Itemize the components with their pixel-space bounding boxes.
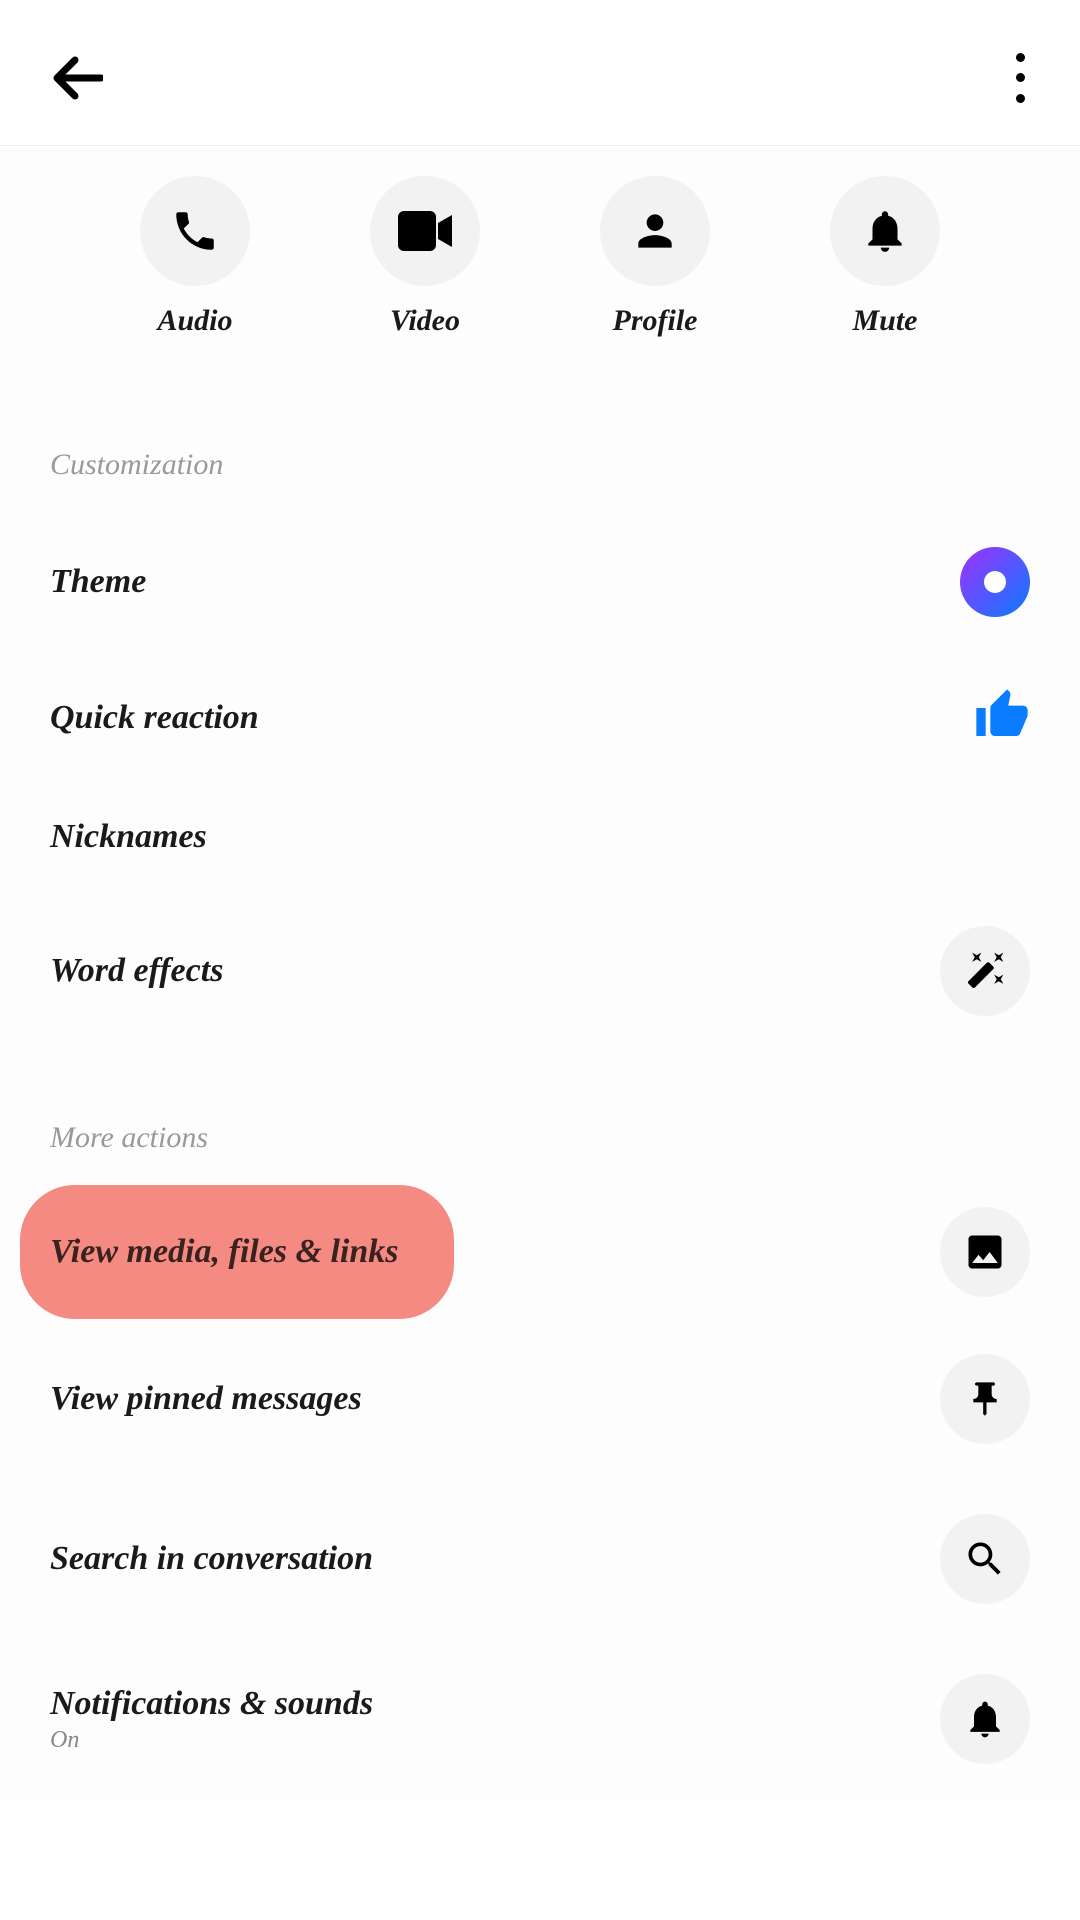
view-pinned-icon-wrap <box>940 1354 1030 1444</box>
notifications-text: Notifications & sounds On <box>50 1685 373 1754</box>
back-button[interactable] <box>50 50 105 105</box>
search-icon-wrap <box>940 1514 1030 1604</box>
mute-button[interactable] <box>830 176 940 286</box>
word-effects-item[interactable]: Word effects <box>0 891 1080 1051</box>
view-pinned-item[interactable]: View pinned messages <box>0 1319 1080 1479</box>
quick-reaction-label: Quick reaction <box>50 699 259 737</box>
dot-icon <box>1016 94 1025 103</box>
mute-action[interactable]: Mute <box>830 176 940 338</box>
view-media-highlight: View media, files & links <box>20 1185 454 1319</box>
more-actions-header: More actions <box>0 1051 1080 1185</box>
video-icon <box>398 211 452 251</box>
dot-icon <box>1016 73 1025 82</box>
thumbs-up-icon <box>974 687 1030 748</box>
nicknames-item[interactable]: Nicknames <box>0 783 1080 891</box>
search-item[interactable]: Search in conversation <box>0 1479 1080 1639</box>
theme-item[interactable]: Theme <box>0 512 1080 652</box>
view-media-item[interactable]: View media, files & links <box>0 1185 1080 1319</box>
arrow-left-icon <box>53 56 103 100</box>
bell-icon <box>860 206 910 256</box>
audio-action[interactable]: Audio <box>140 176 250 338</box>
theme-label: Theme <box>50 563 146 601</box>
person-icon <box>630 206 680 256</box>
content-area: Audio Video Profile Mute Customization T… <box>0 146 1080 1799</box>
theme-swatch-icon <box>960 547 1030 617</box>
notifications-sublabel: On <box>50 1727 373 1754</box>
view-pinned-label: View pinned messages <box>50 1380 362 1418</box>
word-effects-icon-wrap <box>940 926 1030 1016</box>
magic-wand-icon <box>963 949 1007 993</box>
view-media-label: View media, files & links <box>50 1233 399 1271</box>
mute-label: Mute <box>852 304 917 338</box>
audio-button[interactable] <box>140 176 250 286</box>
search-label: Search in conversation <box>50 1540 373 1578</box>
image-icon <box>963 1230 1007 1274</box>
quick-actions-row: Audio Video Profile Mute <box>0 176 1080 378</box>
phone-icon <box>170 206 220 256</box>
top-bar <box>0 0 1080 146</box>
search-icon <box>963 1537 1007 1581</box>
video-button[interactable] <box>370 176 480 286</box>
video-label: Video <box>390 304 460 338</box>
profile-button[interactable] <box>600 176 710 286</box>
pin-icon <box>965 1377 1005 1421</box>
quick-reaction-item[interactable]: Quick reaction <box>0 652 1080 783</box>
customization-header: Customization <box>0 378 1080 512</box>
video-action[interactable]: Video <box>370 176 480 338</box>
word-effects-label: Word effects <box>50 952 223 990</box>
notifications-label: Notifications & sounds <box>50 1685 373 1723</box>
nicknames-label: Nicknames <box>50 818 207 856</box>
profile-action[interactable]: Profile <box>600 176 710 338</box>
notifications-icon-wrap <box>940 1674 1030 1764</box>
audio-label: Audio <box>157 304 232 338</box>
dot-icon <box>1016 53 1025 62</box>
more-options-button[interactable] <box>1010 53 1030 103</box>
view-media-icon-wrap <box>940 1207 1030 1297</box>
profile-label: Profile <box>613 304 698 338</box>
bell-icon <box>963 1697 1007 1741</box>
notifications-item[interactable]: Notifications & sounds On <box>0 1639 1080 1799</box>
